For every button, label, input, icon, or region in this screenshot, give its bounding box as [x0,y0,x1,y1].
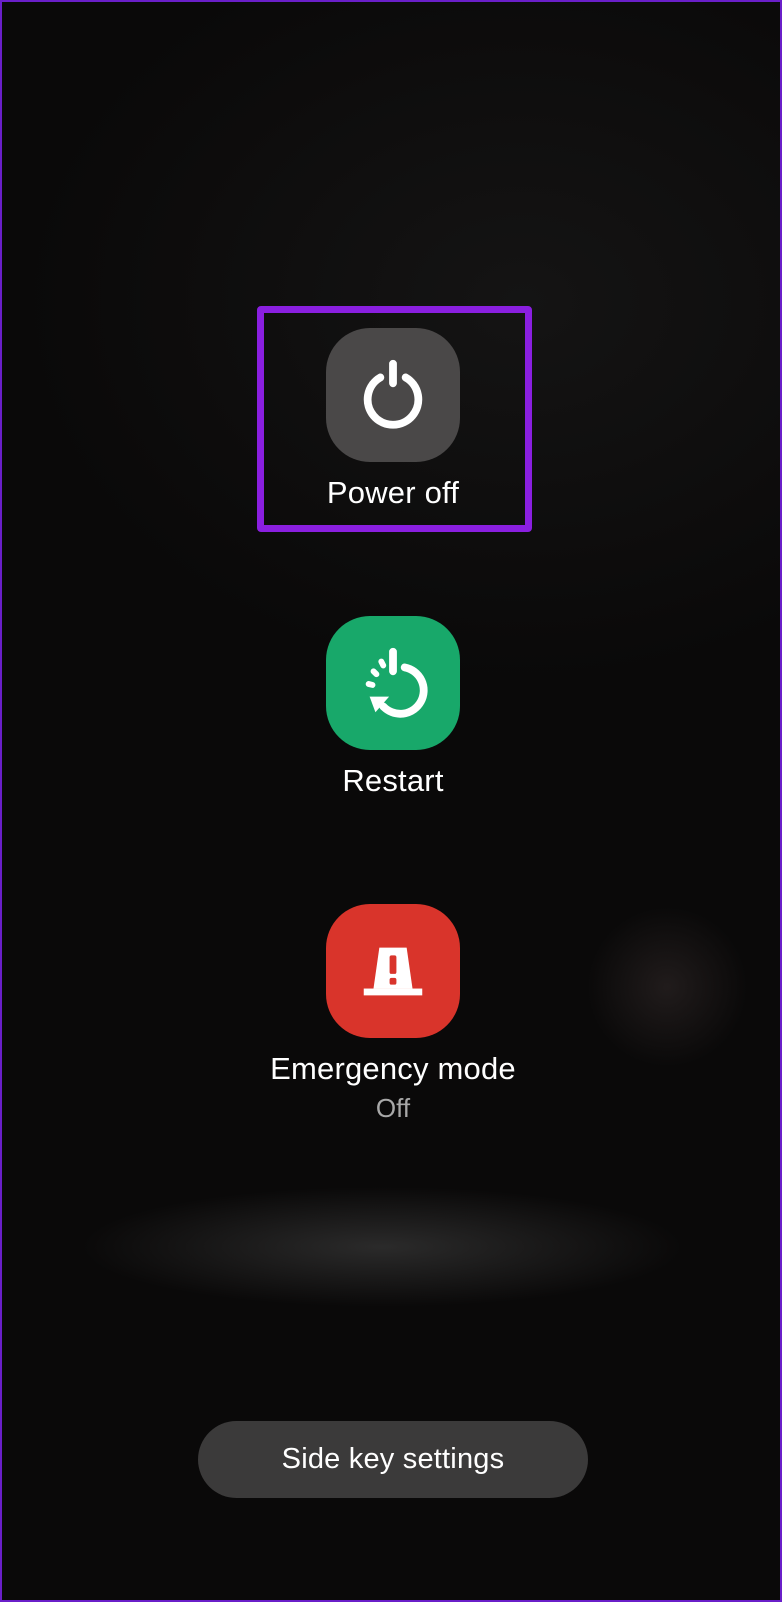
highlight-box [257,306,532,532]
restart-icon [365,647,428,718]
emergency-mode-status: Off [375,1093,411,1123]
side-key-settings-button[interactable]: Side key settings [198,1421,588,1498]
emergency-siren-icon [363,947,423,996]
restart-label: Restart [342,763,444,798]
emergency-mode-label: Emergency mode [270,1051,516,1086]
emergency-mode-option[interactable]: Emergency mode Off [2,904,780,1124]
restart-option[interactable]: Restart [2,616,780,800]
power-menu-screen: Power off Restart Emergency mode Off Sid… [0,0,782,1602]
restart-button[interactable] [326,616,460,750]
emergency-mode-button[interactable] [326,904,460,1038]
